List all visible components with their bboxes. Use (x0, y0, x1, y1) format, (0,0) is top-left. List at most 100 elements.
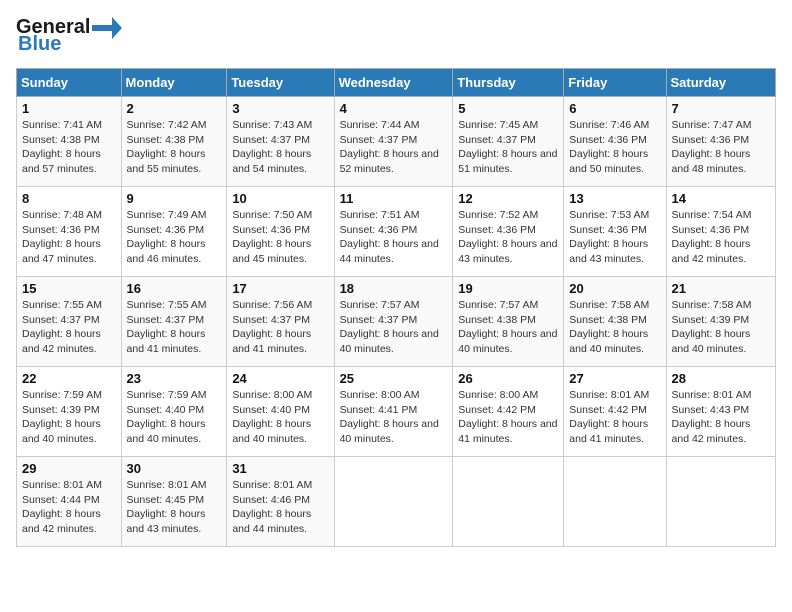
calendar-cell: 20 Sunrise: 7:58 AM Sunset: 4:38 PM Dayl… (564, 277, 666, 367)
calendar-cell: 15 Sunrise: 7:55 AM Sunset: 4:37 PM Dayl… (17, 277, 122, 367)
day-info: Sunrise: 7:57 AM Sunset: 4:38 PM Dayligh… (458, 298, 558, 357)
day-info: Sunrise: 7:54 AM Sunset: 4:36 PM Dayligh… (672, 208, 770, 267)
day-info: Sunrise: 8:01 AM Sunset: 4:42 PM Dayligh… (569, 388, 660, 447)
day-info: Sunrise: 7:47 AM Sunset: 4:36 PM Dayligh… (672, 118, 770, 177)
day-info: Sunrise: 7:52 AM Sunset: 4:36 PM Dayligh… (458, 208, 558, 267)
day-info: Sunrise: 7:58 AM Sunset: 4:38 PM Dayligh… (569, 298, 660, 357)
day-info: Sunrise: 7:58 AM Sunset: 4:39 PM Dayligh… (672, 298, 770, 357)
day-info: Sunrise: 7:51 AM Sunset: 4:36 PM Dayligh… (340, 208, 448, 267)
calendar-cell (666, 457, 775, 547)
day-number: 20 (569, 281, 660, 296)
day-info: Sunrise: 7:50 AM Sunset: 4:36 PM Dayligh… (232, 208, 328, 267)
day-number: 26 (458, 371, 558, 386)
col-header-wednesday: Wednesday (334, 69, 453, 97)
calendar-week-row: 1 Sunrise: 7:41 AM Sunset: 4:38 PM Dayli… (17, 97, 776, 187)
day-number: 18 (340, 281, 448, 296)
calendar-header-row: SundayMondayTuesdayWednesdayThursdayFrid… (17, 69, 776, 97)
calendar-cell: 19 Sunrise: 7:57 AM Sunset: 4:38 PM Dayl… (453, 277, 564, 367)
day-number: 16 (127, 281, 222, 296)
calendar-cell: 1 Sunrise: 7:41 AM Sunset: 4:38 PM Dayli… (17, 97, 122, 187)
calendar-cell (564, 457, 666, 547)
calendar-cell (453, 457, 564, 547)
day-number: 4 (340, 101, 448, 116)
day-number: 11 (340, 191, 448, 206)
day-number: 14 (672, 191, 770, 206)
day-number: 28 (672, 371, 770, 386)
day-number: 2 (127, 101, 222, 116)
day-number: 29 (22, 461, 116, 476)
calendar-cell: 24 Sunrise: 8:00 AM Sunset: 4:40 PM Dayl… (227, 367, 334, 457)
calendar-cell: 31 Sunrise: 8:01 AM Sunset: 4:46 PM Dayl… (227, 457, 334, 547)
calendar-cell: 18 Sunrise: 7:57 AM Sunset: 4:37 PM Dayl… (334, 277, 453, 367)
day-info: Sunrise: 8:00 AM Sunset: 4:41 PM Dayligh… (340, 388, 448, 447)
day-info: Sunrise: 8:01 AM Sunset: 4:45 PM Dayligh… (127, 478, 222, 537)
logo-arrow-icon (92, 17, 122, 39)
day-info: Sunrise: 7:53 AM Sunset: 4:36 PM Dayligh… (569, 208, 660, 267)
calendar-cell (334, 457, 453, 547)
col-header-monday: Monday (121, 69, 227, 97)
day-info: Sunrise: 7:41 AM Sunset: 4:38 PM Dayligh… (22, 118, 116, 177)
col-header-sunday: Sunday (17, 69, 122, 97)
day-number: 8 (22, 191, 116, 206)
col-header-saturday: Saturday (666, 69, 775, 97)
day-number: 12 (458, 191, 558, 206)
calendar-cell: 23 Sunrise: 7:59 AM Sunset: 4:40 PM Dayl… (121, 367, 227, 457)
day-number: 7 (672, 101, 770, 116)
day-info: Sunrise: 8:01 AM Sunset: 4:43 PM Dayligh… (672, 388, 770, 447)
day-info: Sunrise: 7:46 AM Sunset: 4:36 PM Dayligh… (569, 118, 660, 177)
calendar-cell: 28 Sunrise: 8:01 AM Sunset: 4:43 PM Dayl… (666, 367, 775, 457)
calendar-cell: 7 Sunrise: 7:47 AM Sunset: 4:36 PM Dayli… (666, 97, 775, 187)
day-number: 3 (232, 101, 328, 116)
calendar-cell: 30 Sunrise: 8:01 AM Sunset: 4:45 PM Dayl… (121, 457, 227, 547)
day-info: Sunrise: 7:45 AM Sunset: 4:37 PM Dayligh… (458, 118, 558, 177)
calendar-cell: 8 Sunrise: 7:48 AM Sunset: 4:36 PM Dayli… (17, 187, 122, 277)
calendar-cell: 14 Sunrise: 7:54 AM Sunset: 4:36 PM Dayl… (666, 187, 775, 277)
day-number: 27 (569, 371, 660, 386)
calendar-cell: 9 Sunrise: 7:49 AM Sunset: 4:36 PM Dayli… (121, 187, 227, 277)
day-info: Sunrise: 8:00 AM Sunset: 4:40 PM Dayligh… (232, 388, 328, 447)
day-info: Sunrise: 8:00 AM Sunset: 4:42 PM Dayligh… (458, 388, 558, 447)
calendar-cell: 11 Sunrise: 7:51 AM Sunset: 4:36 PM Dayl… (334, 187, 453, 277)
day-number: 10 (232, 191, 328, 206)
day-info: Sunrise: 7:44 AM Sunset: 4:37 PM Dayligh… (340, 118, 448, 177)
calendar-table: SundayMondayTuesdayWednesdayThursdayFrid… (16, 68, 776, 547)
calendar-cell: 25 Sunrise: 8:00 AM Sunset: 4:41 PM Dayl… (334, 367, 453, 457)
calendar-week-row: 15 Sunrise: 7:55 AM Sunset: 4:37 PM Dayl… (17, 277, 776, 367)
calendar-cell: 10 Sunrise: 7:50 AM Sunset: 4:36 PM Dayl… (227, 187, 334, 277)
day-info: Sunrise: 8:01 AM Sunset: 4:44 PM Dayligh… (22, 478, 116, 537)
calendar-cell: 21 Sunrise: 7:58 AM Sunset: 4:39 PM Dayl… (666, 277, 775, 367)
day-info: Sunrise: 7:55 AM Sunset: 4:37 PM Dayligh… (127, 298, 222, 357)
logo-text-blue: Blue (18, 33, 61, 56)
day-info: Sunrise: 7:42 AM Sunset: 4:38 PM Dayligh… (127, 118, 222, 177)
day-number: 15 (22, 281, 116, 296)
day-number: 6 (569, 101, 660, 116)
calendar-cell: 4 Sunrise: 7:44 AM Sunset: 4:37 PM Dayli… (334, 97, 453, 187)
calendar-cell: 26 Sunrise: 8:00 AM Sunset: 4:42 PM Dayl… (453, 367, 564, 457)
day-info: Sunrise: 7:59 AM Sunset: 4:40 PM Dayligh… (127, 388, 222, 447)
calendar-header: General Blue (16, 16, 776, 56)
calendar-cell: 13 Sunrise: 7:53 AM Sunset: 4:36 PM Dayl… (564, 187, 666, 277)
day-info: Sunrise: 7:59 AM Sunset: 4:39 PM Dayligh… (22, 388, 116, 447)
day-info: Sunrise: 7:43 AM Sunset: 4:37 PM Dayligh… (232, 118, 328, 177)
day-info: Sunrise: 7:55 AM Sunset: 4:37 PM Dayligh… (22, 298, 116, 357)
day-number: 5 (458, 101, 558, 116)
col-header-friday: Friday (564, 69, 666, 97)
day-number: 19 (458, 281, 558, 296)
day-info: Sunrise: 8:01 AM Sunset: 4:46 PM Dayligh… (232, 478, 328, 537)
calendar-week-row: 22 Sunrise: 7:59 AM Sunset: 4:39 PM Dayl… (17, 367, 776, 457)
logo: General Blue (16, 16, 122, 56)
calendar-week-row: 29 Sunrise: 8:01 AM Sunset: 4:44 PM Dayl… (17, 457, 776, 547)
day-info: Sunrise: 7:48 AM Sunset: 4:36 PM Dayligh… (22, 208, 116, 267)
day-number: 23 (127, 371, 222, 386)
calendar-cell: 29 Sunrise: 8:01 AM Sunset: 4:44 PM Dayl… (17, 457, 122, 547)
day-number: 9 (127, 191, 222, 206)
day-info: Sunrise: 7:56 AM Sunset: 4:37 PM Dayligh… (232, 298, 328, 357)
calendar-week-row: 8 Sunrise: 7:48 AM Sunset: 4:36 PM Dayli… (17, 187, 776, 277)
day-number: 25 (340, 371, 448, 386)
col-header-thursday: Thursday (453, 69, 564, 97)
calendar-cell: 27 Sunrise: 8:01 AM Sunset: 4:42 PM Dayl… (564, 367, 666, 457)
calendar-cell: 16 Sunrise: 7:55 AM Sunset: 4:37 PM Dayl… (121, 277, 227, 367)
day-number: 31 (232, 461, 328, 476)
day-number: 22 (22, 371, 116, 386)
calendar-cell: 6 Sunrise: 7:46 AM Sunset: 4:36 PM Dayli… (564, 97, 666, 187)
